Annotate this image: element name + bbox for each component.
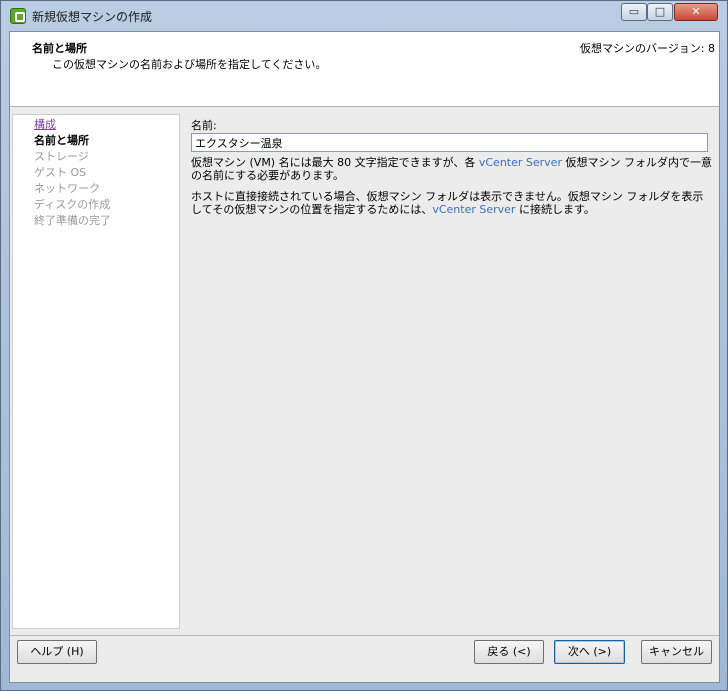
maximize-button[interactable]: □ [647, 3, 673, 21]
step-create-disk: ディスクの作成 [34, 198, 111, 211]
vsphere-app-icon [10, 8, 26, 24]
title-bar[interactable]: 新規仮想マシンの作成 ▭ □ ✕ [1, 1, 727, 31]
wizard-header: 名前と場所 この仮想マシンの名前および場所を指定してください。 仮想マシンのバー… [10, 32, 719, 107]
cancel-button[interactable]: キャンセル [641, 640, 712, 664]
step-storage: ストレージ [34, 150, 89, 163]
page-subtitle: この仮想マシンの名前および場所を指定してください。 [52, 58, 327, 71]
footer-divider [10, 635, 719, 636]
wizard-window: 新規仮想マシンの作成 ▭ □ ✕ 名前と場所 この仮想マシンの名前および場所を指… [0, 0, 728, 691]
next-button[interactable]: 次へ (>) [554, 640, 625, 664]
folder-info-text: ホストに直接接続されている場合、仮想マシン フォルダは表示できません。仮想マシン… [191, 190, 704, 216]
step-network: ネットワーク [34, 182, 100, 195]
back-button[interactable]: 戻る (<) [474, 640, 544, 664]
page-title: 名前と場所 [32, 42, 87, 55]
name-label: 名前: [191, 119, 217, 132]
wizard-step-list: 構成 名前と場所 ストレージ ゲスト OS ネットワーク ディスクの作成 終了準… [12, 114, 180, 629]
wizard-client-area: 名前と場所 この仮想マシンの名前および場所を指定してください。 仮想マシンのバー… [9, 31, 720, 683]
step-ready-to-complete: 終了準備の完了 [34, 214, 111, 227]
step-name-and-location: 名前と場所 [34, 134, 89, 147]
vm-version-label: 仮想マシンのバージョン: 8 [580, 42, 715, 55]
help-button[interactable]: ヘルプ (H) [17, 640, 97, 664]
wizard-content: 名前: 仮想マシン (VM) 名には最大 80 文字指定できますが、各 vCen… [182, 114, 717, 629]
window-title: 新規仮想マシンの作成 [32, 10, 153, 24]
step-guest-os: ゲスト OS [34, 166, 87, 179]
name-info-text: 仮想マシン (VM) 名には最大 80 文字指定できますが、各 vCenter … [191, 156, 712, 182]
step-configuration[interactable]: 構成 [34, 116, 56, 132]
minimize-button[interactable]: ▭ [621, 3, 647, 21]
close-button[interactable]: ✕ [674, 3, 718, 21]
vm-name-input[interactable] [191, 133, 708, 152]
